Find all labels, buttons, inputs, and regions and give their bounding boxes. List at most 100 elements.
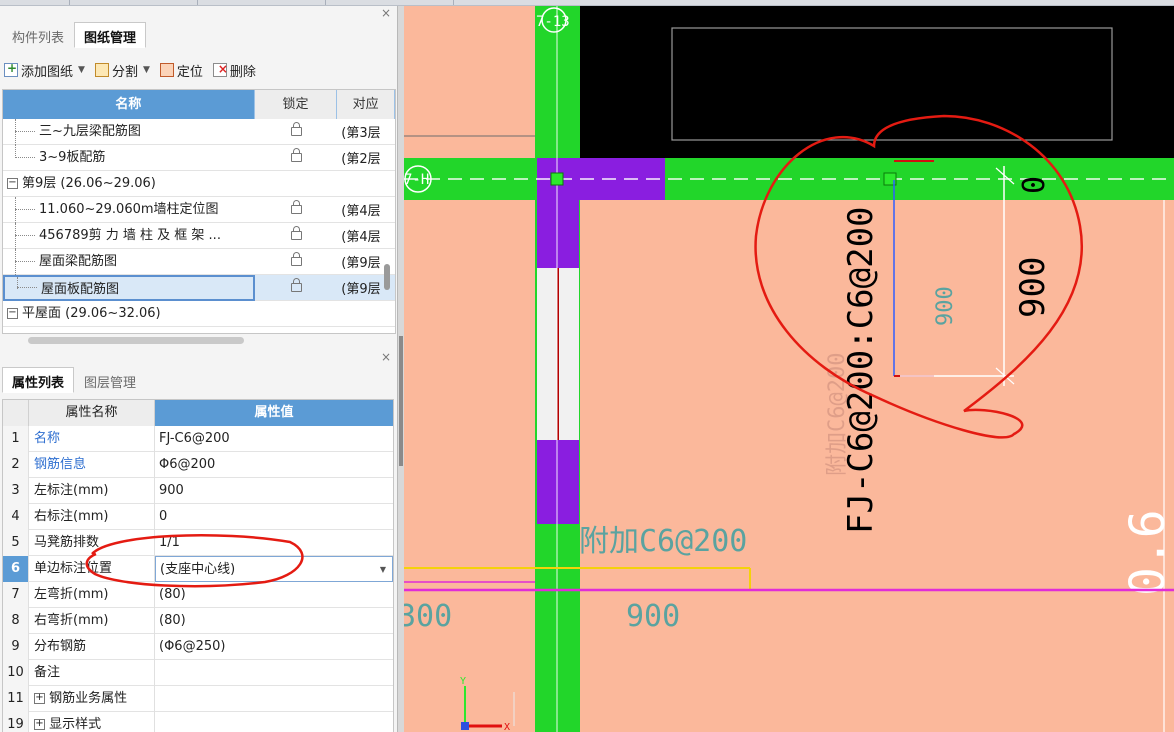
property-name: 右标注(mm) xyxy=(29,503,155,530)
table-row[interactable]: 11.060~29.060m墙柱定位图 (第4层 xyxy=(3,196,395,223)
tab-stub[interactable] xyxy=(200,0,326,5)
lock-icon[interactable] xyxy=(290,278,302,292)
tab-stub[interactable] xyxy=(72,0,198,5)
property-value[interactable] xyxy=(155,660,393,686)
lock-icon[interactable] xyxy=(290,226,302,240)
tab-drawing-management[interactable]: 图纸管理 xyxy=(74,22,147,48)
table-row-group[interactable]: − 第9层 (26.06~29.06) xyxy=(3,171,395,197)
lock-icon[interactable] xyxy=(290,200,302,214)
property-value[interactable]: FJ-C6@200 xyxy=(155,426,393,452)
property-value[interactable]: (80) xyxy=(155,608,393,634)
wall-segment xyxy=(537,440,579,524)
property-row[interactable]: 3 左标注(mm) 900 xyxy=(3,477,393,504)
annotation-position-dropdown[interactable]: (支座中心线) ▼ xyxy=(155,555,393,583)
row-number: 7 xyxy=(3,581,29,608)
table-row-group[interactable]: − 平屋面 (29.06~32.06) xyxy=(3,301,395,327)
lock-icon[interactable] xyxy=(290,148,302,162)
property-row-selected[interactable]: 6 单边标注位置 (支座中心线) ▼ xyxy=(3,555,393,583)
property-name: 钢筋信息 xyxy=(29,451,155,478)
dimension-text: 900 xyxy=(626,599,680,634)
expand-toggle-icon[interactable]: + xyxy=(34,692,45,704)
property-group-name: + 钢筋业务属性 xyxy=(29,685,155,712)
table-row[interactable]: 3~9板配筋 (第2层 xyxy=(3,144,395,171)
property-row-group[interactable]: 19 + 显示样式 xyxy=(3,711,393,732)
collapse-toggle-icon[interactable]: − xyxy=(7,177,18,189)
row-number: 4 xyxy=(3,503,29,530)
tab-stub[interactable] xyxy=(328,0,454,5)
splitter-grip[interactable] xyxy=(399,336,403,466)
lock-icon[interactable] xyxy=(290,122,302,136)
property-row[interactable]: 10 备注 xyxy=(3,659,393,686)
vertical-scrollbar[interactable] xyxy=(384,264,390,290)
dropdown-selected-value: (支座中心线) xyxy=(160,561,236,577)
tab-stub[interactable] xyxy=(0,0,70,5)
cad-canvas[interactable]: 7-H 7-13 0.6 FJ-C6@200:C6@200 附加C6@200 9… xyxy=(404,6,1174,732)
property-value[interactable]: 0 xyxy=(155,504,393,530)
row-number: 5 xyxy=(3,529,29,556)
horizontal-scrollbar[interactable] xyxy=(28,337,244,344)
chevron-down-icon[interactable]: ▼ xyxy=(78,65,85,75)
property-name: 备注 xyxy=(29,659,155,686)
drawing-floor: (第3层 xyxy=(341,126,381,141)
property-row[interactable]: 2 钢筋信息 Φ6@200 xyxy=(3,451,393,478)
close-property-panel-icon[interactable]: × xyxy=(381,350,391,364)
ucs-origin xyxy=(461,722,469,730)
expand-toggle-icon[interactable]: + xyxy=(34,718,45,730)
property-name: 左标注(mm) xyxy=(29,477,155,504)
split-icon xyxy=(94,63,109,77)
locate-button[interactable]: 定位 xyxy=(159,61,203,80)
property-panel-tabs: 属性列表 图层管理 xyxy=(2,367,146,393)
property-value[interactable]: (80) xyxy=(155,582,393,608)
delete-button[interactable]: 删除 xyxy=(212,61,256,80)
left-panel: × 构件列表 图纸管理 添加图纸 ▼ 分割 ▼ 定位 删除 名称 锁定 对应 xyxy=(0,6,398,732)
row-number: 2 xyxy=(3,451,29,478)
drawing-panel-tabs: 构件列表 图纸管理 xyxy=(2,22,147,48)
lock-icon[interactable] xyxy=(290,252,302,266)
property-name: 马凳筋排数 xyxy=(29,529,155,556)
cad-drawing[interactable]: 7-H 7-13 0.6 FJ-C6@200:C6@200 附加C6@200 9… xyxy=(404,6,1174,732)
table-row[interactable]: 456789剪 力 墙 柱 及 框 架 ... (第4层 xyxy=(3,222,395,249)
property-name: 左弯折(mm) xyxy=(29,581,155,608)
drawing-name: 三~九层梁配筋图 xyxy=(39,123,141,139)
property-value[interactable]: 900 xyxy=(155,478,393,504)
chevron-down-icon[interactable]: ▼ xyxy=(143,65,150,75)
drawing-name: 11.060~29.060m墙柱定位图 xyxy=(39,201,219,217)
table-row[interactable]: 三~九层梁配筋图 (第3层 xyxy=(3,118,395,145)
column-header-name[interactable]: 名称 xyxy=(3,90,255,119)
column-header-lock[interactable]: 锁定 xyxy=(254,90,338,119)
add-drawing-button[interactable]: 添加图纸 ▼ xyxy=(4,61,85,80)
property-row-group[interactable]: 11 + 钢筋业务属性 xyxy=(3,685,393,712)
property-row[interactable]: 8 右弯折(mm) (80) xyxy=(3,607,393,634)
property-row[interactable]: 1 名称 FJ-C6@200 xyxy=(3,425,393,452)
row-number: 10 xyxy=(3,659,29,686)
table-row-selected[interactable]: 屋面板配筋图 (第9层 xyxy=(3,274,395,301)
chevron-down-icon[interactable]: ▼ xyxy=(380,557,386,583)
drawing-floor: (第2层 xyxy=(341,152,381,167)
tab-component-list[interactable]: 构件列表 xyxy=(2,22,74,48)
tab-property-list[interactable]: 属性列表 xyxy=(2,367,75,393)
table-row[interactable]: 屋面梁配筋图 (第9层 xyxy=(3,248,395,275)
column-header-property-value: 属性值 xyxy=(155,400,393,426)
property-name: 名称 xyxy=(29,425,155,452)
property-row[interactable]: 5 马凳筋排数 1/1 xyxy=(3,529,393,556)
property-value[interactable]: Φ6@200 xyxy=(155,452,393,478)
column-header-corresponding[interactable]: 对应 xyxy=(337,90,395,119)
property-row[interactable]: 9 分布钢筋 (Φ6@250) xyxy=(3,633,393,660)
collapse-toggle-icon[interactable]: − xyxy=(7,307,18,319)
close-drawing-panel-icon[interactable]: × xyxy=(381,6,391,20)
locate-label: 定位 xyxy=(176,64,203,80)
property-row[interactable]: 4 右标注(mm) 0 xyxy=(3,503,393,530)
property-row[interactable]: 7 左弯折(mm) (80) xyxy=(3,581,393,608)
delete-label: 删除 xyxy=(229,64,256,80)
row-number: 6 xyxy=(3,555,29,582)
drawing-name: 456789剪 力 墙 柱 及 框 架 ... xyxy=(39,227,221,243)
property-value[interactable]: 1/1 xyxy=(155,530,393,556)
property-group-name: + 显示样式 xyxy=(29,711,155,732)
split-button[interactable]: 分割 ▼ xyxy=(94,61,150,80)
axis-label: 7-13 xyxy=(536,14,570,30)
property-table: 属性名称 属性值 1 名称 FJ-C6@200 2 钢筋信息 Φ6@200 3 … xyxy=(2,399,394,732)
tab-layer-management[interactable]: 图层管理 xyxy=(74,367,146,393)
row-number: 8 xyxy=(3,607,29,634)
property-group-label: 显示样式 xyxy=(49,716,102,732)
property-value[interactable]: (Φ6@250) xyxy=(155,634,393,660)
